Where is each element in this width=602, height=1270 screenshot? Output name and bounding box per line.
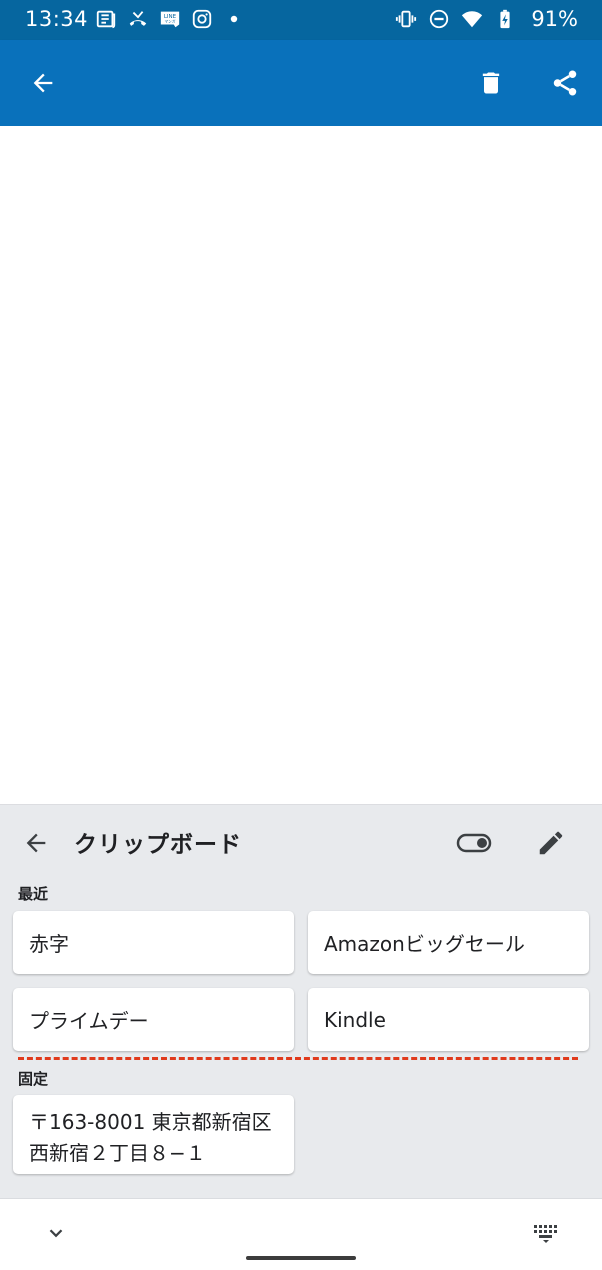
- share-icon: [553, 70, 577, 96]
- clipboard-item[interactable]: 赤字: [13, 911, 294, 974]
- battery-charging-icon: [500, 9, 510, 29]
- clipboard-item-text: Amazonビッグセール: [324, 932, 525, 956]
- clipboard-header: クリップボード: [0, 805, 602, 877]
- svg-text:マンガ: マンガ: [165, 19, 176, 24]
- back-arrow-icon: [33, 73, 53, 93]
- divider-dashed-line: [18, 1057, 578, 1060]
- pinned-section-label: 固定: [18, 1070, 49, 1088]
- keyboard-switch-icon: [534, 1225, 557, 1243]
- keyboard-switch-button[interactable]: [528, 1217, 564, 1249]
- toggle-icon: [456, 833, 492, 853]
- back-button[interactable]: [23, 63, 63, 103]
- status-right-icons: [395, 8, 516, 30]
- status-time: 13:34: [25, 7, 89, 31]
- navigation-handle[interactable]: [246, 1256, 356, 1260]
- pencil-icon: [539, 831, 563, 855]
- battery-percent: 91%: [531, 7, 578, 31]
- status-left-icons: LINE マンガ: [95, 8, 245, 30]
- clipboard-item-text: プライムデー: [29, 1009, 149, 1033]
- recent-section-label: 最近: [18, 885, 49, 903]
- app-bar: [0, 40, 602, 126]
- instagram-icon: [192, 9, 212, 29]
- pinned-item-line-2: 西新宿２丁目８−１: [29, 1141, 206, 1165]
- news-icon: [96, 10, 116, 29]
- share-button[interactable]: [545, 63, 585, 103]
- clipboard-item-text: Kindle: [324, 1007, 386, 1032]
- status-bar: 13:34 LINE マンガ 91%: [0, 0, 602, 40]
- clipboard-back-button[interactable]: [16, 823, 56, 863]
- clipboard-item[interactable]: Kindle: [308, 988, 589, 1051]
- collapse-keyboard-button[interactable]: [40, 1217, 72, 1249]
- missed-call-icon: [129, 11, 147, 26]
- clipboard-item-text: 赤字: [29, 932, 69, 956]
- content-area[interactable]: [0, 126, 602, 804]
- line-manga-icon: LINEマンガ: [160, 11, 180, 28]
- clipboard-edit-button[interactable]: [531, 823, 571, 863]
- pinned-item-line-1: 〒163-8001 東京都新宿区: [29, 1110, 272, 1134]
- pinned-clipboard-item[interactable]: 〒163-8001 東京都新宿区 西新宿２丁目８−１: [13, 1095, 294, 1174]
- keyboard-bottom-bar: [0, 1198, 602, 1270]
- clipboard-title: クリップボード: [74, 832, 242, 858]
- notification-dot-icon: [230, 15, 238, 23]
- delete-icon: [482, 72, 500, 94]
- clipboard-item[interactable]: Amazonビッグセール: [308, 911, 589, 974]
- collapse-keyboard-icon: [49, 1229, 63, 1238]
- vibrate-icon: [395, 10, 417, 28]
- delete-button[interactable]: [471, 63, 511, 103]
- do-not-disturb-icon: [429, 9, 449, 29]
- clipboard-toggle[interactable]: [452, 823, 496, 863]
- keyboard-clipboard-panel: クリップボード 最近 赤字 Amazonビッグセール プライムデー Kindle…: [0, 804, 602, 1270]
- wifi-icon: [461, 11, 483, 28]
- back-arrow-icon: [26, 833, 46, 853]
- clipboard-item[interactable]: プライムデー: [13, 988, 294, 1051]
